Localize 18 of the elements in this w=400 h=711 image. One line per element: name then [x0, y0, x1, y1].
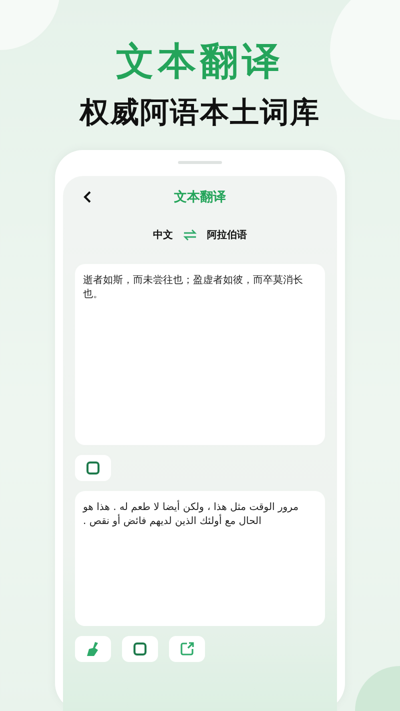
- subheadline: 权威阿语本土词库: [80, 94, 320, 130]
- speaker-slot: [178, 161, 222, 164]
- copy-button[interactable]: [75, 455, 111, 481]
- clear-button[interactable]: [75, 636, 111, 662]
- share-button[interactable]: [169, 636, 205, 662]
- square-icon: [86, 461, 100, 475]
- translation-output: مرور الوقت مثل هذا ، ولكن أيضا لا طعم له . هذا هو الحال مع أولئك الذين لديهم فائض أو نقص .: [75, 491, 325, 626]
- input-field[interactable]: 逝者如斯，而未尝往也；盈虚者如彼，而卒莫消长也。: [75, 264, 325, 445]
- back-icon[interactable]: [83, 191, 93, 203]
- target-language[interactable]: 阿拉伯语: [207, 228, 247, 242]
- headline: 文本翻译: [116, 38, 284, 84]
- source-language[interactable]: 中文: [153, 228, 173, 242]
- swap-icon[interactable]: [183, 229, 197, 241]
- square-icon: [133, 642, 147, 656]
- copy-button[interactable]: [122, 636, 158, 662]
- screen-title: 文本翻译: [174, 188, 226, 206]
- broom-icon: [86, 641, 100, 657]
- share-icon: [180, 642, 194, 656]
